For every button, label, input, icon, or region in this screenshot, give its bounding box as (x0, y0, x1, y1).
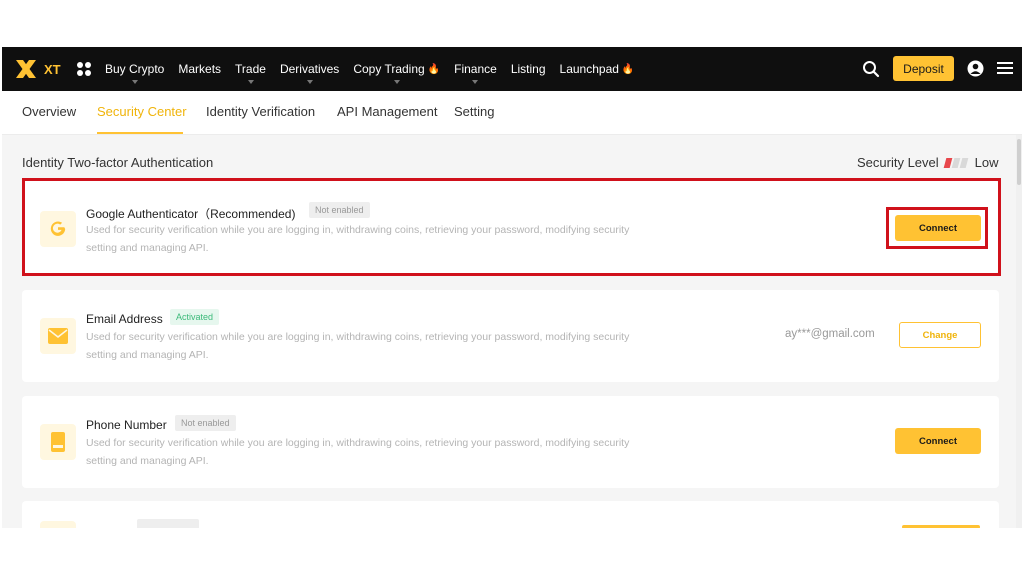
nav-label: Finance (454, 62, 497, 76)
scrollbar-track[interactable] (1016, 135, 1022, 528)
nav-listing[interactable]: Listing (511, 62, 546, 76)
status-badge: Not enabled (175, 415, 236, 431)
tab-overview[interactable]: Overview (22, 104, 76, 119)
phone-icon-tile (40, 424, 76, 460)
tab-api-management[interactable]: API Management (337, 104, 437, 119)
brand-name: XT (44, 61, 61, 77)
nav-derivatives[interactable]: Derivatives (279, 62, 340, 84)
xt-logo-icon (16, 60, 36, 78)
nav-finance[interactable]: Finance (454, 62, 497, 84)
card-description: Used for security verification while you… (86, 437, 630, 467)
tab-identity-verification[interactable]: Identity Verification (206, 104, 315, 119)
scrollbar-thumb[interactable] (1017, 139, 1021, 185)
security-level-value: Low (974, 155, 999, 170)
email-value: ay***@gmail.com (785, 328, 875, 340)
nav-label: Derivatives (279, 62, 340, 76)
level-bar (951, 157, 960, 168)
tab-setting[interactable]: Setting (454, 104, 494, 119)
section-title: Identity Two-factor Authentication (22, 155, 214, 170)
search-icon[interactable] (862, 60, 880, 78)
status-badge: Activated (170, 309, 220, 325)
security-level-bars (943, 157, 969, 168)
nav-buy-crypto[interactable]: Buy Crypto (105, 62, 165, 84)
nav-copy-trading[interactable]: Copy Trading 🔥 (353, 62, 441, 84)
email-change-button[interactable]: Change (899, 322, 981, 348)
menu-icon[interactable] (997, 61, 1013, 75)
tab-security-center[interactable]: Security Center (97, 104, 187, 119)
nav-label: Listing (510, 62, 546, 76)
card-description: Used for security verification while you… (86, 331, 630, 361)
phone-card: Phone Number Not enabled Used for securi… (22, 396, 999, 488)
nav-label: Buy Crypto (105, 62, 165, 76)
level-bar (943, 157, 952, 168)
nav-markets[interactable]: Markets (178, 62, 221, 76)
fire-icon: 🔥 (427, 63, 441, 75)
nav-launchpad[interactable]: Launchpad 🔥 (560, 62, 635, 76)
deposit-button[interactable]: Deposit (893, 56, 954, 81)
active-tab-indicator (97, 132, 183, 134)
main-menu: Buy Crypto Markets Trade Derivatives Cop… (105, 47, 648, 91)
security-level-label: Security Level (857, 155, 939, 170)
envelope-icon (48, 328, 68, 344)
action-button-edge[interactable] (902, 525, 980, 528)
status-badge (137, 519, 199, 528)
card-title: Email Address (86, 312, 163, 326)
card-title: Google Authenticator（Recommended) (86, 207, 296, 221)
nav-label: Launchpad (559, 62, 619, 76)
user-icon[interactable] (967, 60, 984, 77)
chevron-down-icon (247, 80, 254, 84)
chevron-down-icon (306, 80, 313, 84)
status-badge: Not enabled (309, 202, 370, 218)
fire-icon: 🔥 (621, 63, 635, 75)
phone-connect-button[interactable]: Connect (895, 428, 981, 454)
card-description: Used for security verification while you… (86, 224, 630, 254)
next-security-card (22, 501, 999, 528)
email-card: Email Address Activated Used for securit… (22, 290, 999, 382)
chevron-down-icon (472, 80, 479, 84)
apps-grid-icon[interactable] (76, 61, 92, 77)
level-bar (959, 157, 968, 168)
phone-icon (51, 432, 65, 452)
card-icon-tile (40, 521, 76, 528)
email-icon-tile (40, 318, 76, 354)
google-g-icon (50, 221, 66, 236)
chevron-down-icon (393, 80, 400, 84)
chevron-down-icon (131, 80, 138, 84)
nav-label: Copy Trading (353, 62, 425, 76)
google-icon-tile (40, 211, 76, 247)
xt-logo[interactable]: XT (14, 57, 68, 81)
nav-label: Markets (178, 62, 222, 76)
screenshot-frame: XT Buy Crypto Markets Trade Derivatives (0, 0, 1024, 576)
browser-viewport: XT Buy Crypto Markets Trade Derivatives (2, 47, 1022, 528)
account-tabs: Overview Security Center Identity Verifi… (2, 91, 1022, 135)
top-navbar: XT Buy Crypto Markets Trade Derivatives (2, 47, 1022, 91)
card-title: Phone Number (86, 418, 167, 432)
google-authenticator-card: Google Authenticator（Recommended) Not en… (22, 181, 999, 273)
nav-trade[interactable]: Trade (235, 62, 266, 84)
nav-label: Trade (235, 62, 266, 76)
google-connect-button[interactable]: Connect (895, 215, 981, 241)
security-level: Security Level Low (857, 155, 999, 170)
